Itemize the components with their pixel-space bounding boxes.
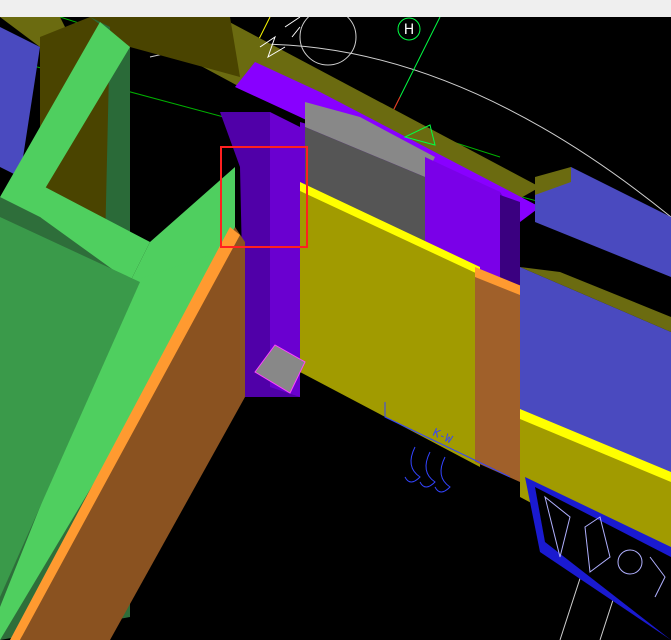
grid-bubble-h[interactable]: H	[397, 17, 421, 41]
grid-bubble-label: H	[404, 22, 415, 38]
window-top-bar	[0, 0, 671, 17]
blue-beam-right[interactable]	[520, 167, 671, 640]
model-viewport[interactable]: H K-W	[0, 17, 671, 640]
